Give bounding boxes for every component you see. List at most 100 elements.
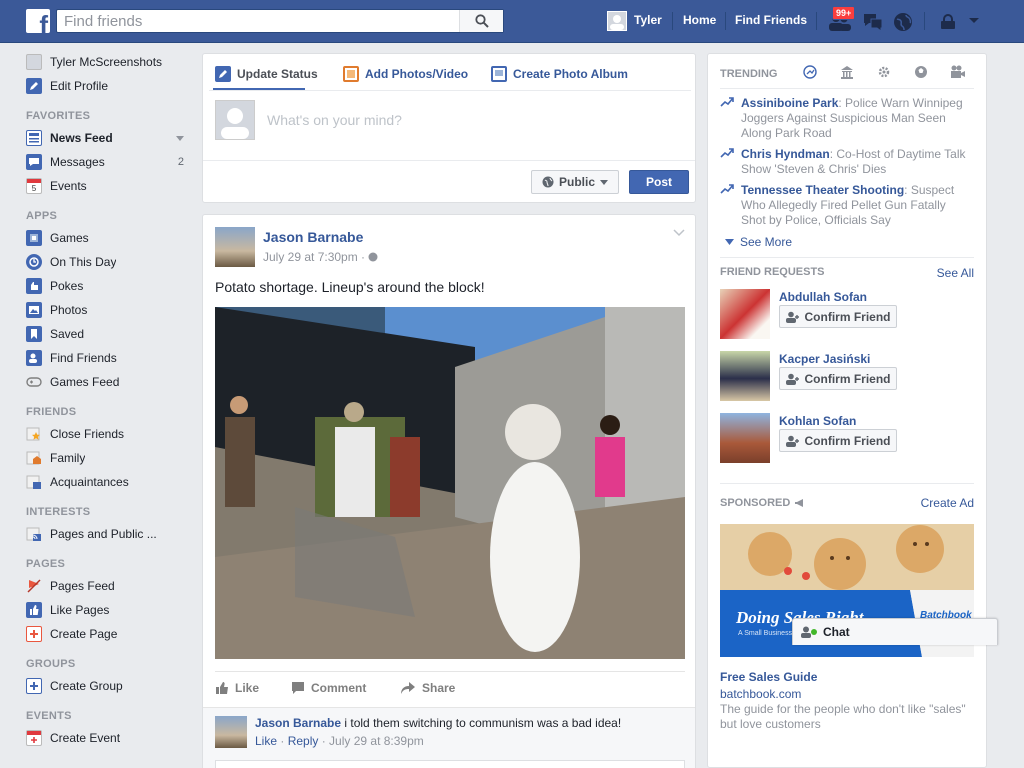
sidebar-item-close-friends[interactable]: Close Friends [26, 422, 196, 446]
search-input[interactable] [57, 10, 457, 32]
search-button[interactable] [459, 10, 503, 32]
status-input[interactable]: What's on your mind? [267, 112, 402, 128]
sidebar-item-family[interactable]: Family [26, 446, 196, 470]
account-menu-chevron-icon[interactable] [968, 17, 980, 25]
write-comment-input[interactable] [215, 760, 685, 768]
facebook-logo-icon[interactable]: f [26, 9, 50, 33]
comment-time: · July 29 at 8:39pm [318, 734, 424, 748]
notifications-globe-icon[interactable] [893, 12, 913, 32]
house-icon [26, 450, 42, 466]
sidebar-item-create-event[interactable]: Create Event [26, 726, 196, 750]
trending-item[interactable]: Tennessee Theater Shooting: Suspect Who … [720, 183, 970, 228]
trending-item[interactable]: Assiniboine Park: Police Warn Winnipeg J… [720, 96, 970, 141]
chevron-down-icon[interactable] [176, 136, 184, 141]
tab-label: Update Status [237, 67, 318, 81]
comment-label: Comment [311, 681, 367, 695]
create-group-plus-icon [26, 678, 42, 694]
sidebar-item-on-this-day[interactable]: On This Day [26, 250, 196, 274]
megaphone-icon [795, 499, 804, 507]
privacy-selector-button[interactable]: Public [531, 170, 619, 194]
post-timestamp[interactable]: July 29 at 7:30pm · [263, 250, 378, 264]
home-link[interactable]: Home [683, 13, 716, 27]
sidebar-item-create-page[interactable]: Create Page [26, 622, 196, 646]
trending-top-icon[interactable] [803, 65, 817, 79]
tab-update-status[interactable]: Update Status [215, 66, 318, 82]
friend-requests-heading: FRIEND REQUESTS [720, 266, 825, 278]
thumbs-up-icon [26, 602, 42, 618]
confirm-friend-button[interactable]: Confirm Friend [779, 429, 897, 452]
sidebar-item-messages[interactable]: Messages 2 [26, 150, 196, 174]
sidebar-item-pages-public[interactable]: Pages and Public ... [26, 522, 196, 546]
friend-request-photo[interactable] [720, 413, 770, 463]
see-more-trending-link[interactable]: See More [725, 235, 792, 249]
sidebar-item-label: Events [50, 179, 87, 193]
comment-like-link[interactable]: Like [255, 734, 277, 748]
comment-author-avatar[interactable] [215, 716, 247, 748]
sidebar-item-create-group[interactable]: Create Group [26, 674, 196, 698]
friend-request-photo[interactable] [720, 351, 770, 401]
sidebar-edit-profile[interactable]: Edit Profile [26, 74, 196, 98]
post-author-name[interactable]: Jason Barnabe [263, 229, 363, 245]
pencil-icon [215, 66, 231, 82]
sidebar-item-pages-feed[interactable]: Pages Feed [26, 574, 196, 598]
user-avatar[interactable] [607, 11, 627, 31]
saved-bookmark-icon [26, 326, 42, 342]
create-ad-link[interactable]: Create Ad [921, 496, 974, 510]
friend-request-name[interactable]: Kohlan Sofan [779, 414, 856, 428]
friend-request-photo[interactable] [720, 289, 770, 339]
sidebar-item-games-feed[interactable]: Games Feed [26, 370, 196, 394]
messages-icon[interactable] [862, 12, 884, 32]
status-composer: Update Status Add Photos/Video Create Ph… [202, 53, 696, 203]
add-friend-icon [785, 373, 799, 385]
post-button[interactable]: Post [629, 170, 689, 194]
comment-button[interactable]: Comment [291, 681, 366, 695]
share-button[interactable]: Share [400, 681, 455, 695]
trending-topic[interactable]: Tennessee Theater Shooting [741, 183, 904, 197]
find-friends-link[interactable]: Find Friends [735, 13, 807, 27]
games-icon [26, 230, 42, 246]
chevron-down-icon [600, 179, 608, 185]
science-gear-icon[interactable] [877, 65, 891, 79]
privacy-shortcuts-icon[interactable] [940, 14, 956, 30]
sidebar-item-saved[interactable]: Saved [26, 322, 196, 346]
sidebar-item-pokes[interactable]: Pokes [26, 274, 196, 298]
top-bar: f Tyler Home Find Friends 99+ [0, 0, 1024, 43]
trending-topic[interactable]: Assiniboine Park [741, 96, 838, 110]
sports-ball-icon[interactable] [914, 65, 928, 79]
sidebar-item-label: Pages Feed [50, 579, 115, 593]
trending-topic[interactable]: Chris Hyndman [741, 147, 830, 161]
post-options-chevron-icon[interactable] [673, 229, 685, 237]
post-author-avatar[interactable] [215, 227, 255, 267]
sidebar-item-label: Games [50, 231, 89, 245]
entertainment-camera-icon[interactable] [950, 65, 966, 79]
interests-heading: INTERESTS [26, 506, 91, 518]
sidebar-profile[interactable]: Tyler McScreenshots [26, 50, 196, 74]
sidebar-item-news-feed[interactable]: News Feed [26, 126, 196, 150]
trending-item[interactable]: Chris Hyndman: Co-Host of Daytime Talk S… [720, 147, 970, 177]
confirm-friend-button[interactable]: Confirm Friend [779, 367, 897, 390]
comment-text: i told them switching to communism was a… [341, 716, 622, 730]
search-box[interactable] [56, 9, 504, 33]
comment-reply-link[interactable]: Reply [288, 734, 319, 748]
sidebar-item-acquaintances[interactable]: Acquaintances [26, 470, 196, 494]
ad-description: The guide for the people who don't like … [720, 702, 966, 731]
tab-create-album[interactable]: Create Photo Album [491, 66, 628, 82]
tab-add-photos[interactable]: Add Photos/Video [343, 66, 468, 82]
chat-tab[interactable]: Chat [792, 618, 998, 645]
friend-request-name[interactable]: Abdullah Sofan [779, 290, 867, 304]
ad-title[interactable]: Free Sales Guide [720, 670, 817, 684]
comment-author-name[interactable]: Jason Barnabe [255, 716, 341, 730]
sidebar-item-games[interactable]: Games [26, 226, 196, 250]
sidebar-item-like-pages[interactable]: Like Pages [26, 598, 196, 622]
user-profile-link[interactable]: Tyler [634, 13, 662, 27]
politics-building-icon[interactable] [840, 65, 854, 79]
see-all-requests-link[interactable]: See All [937, 266, 974, 280]
confirm-friend-button[interactable]: Confirm Friend [779, 305, 897, 328]
sidebar-item-photos[interactable]: Photos [26, 298, 196, 322]
friend-request-name[interactable]: Kacper Jasiński [779, 352, 870, 366]
ad-domain[interactable]: batchbook.com [720, 687, 801, 701]
post-photo[interactable] [215, 307, 685, 659]
sidebar-item-find-friends[interactable]: Find Friends [26, 346, 196, 370]
sidebar-item-events[interactable]: 5 Events [26, 174, 196, 198]
like-button[interactable]: Like [215, 681, 259, 695]
